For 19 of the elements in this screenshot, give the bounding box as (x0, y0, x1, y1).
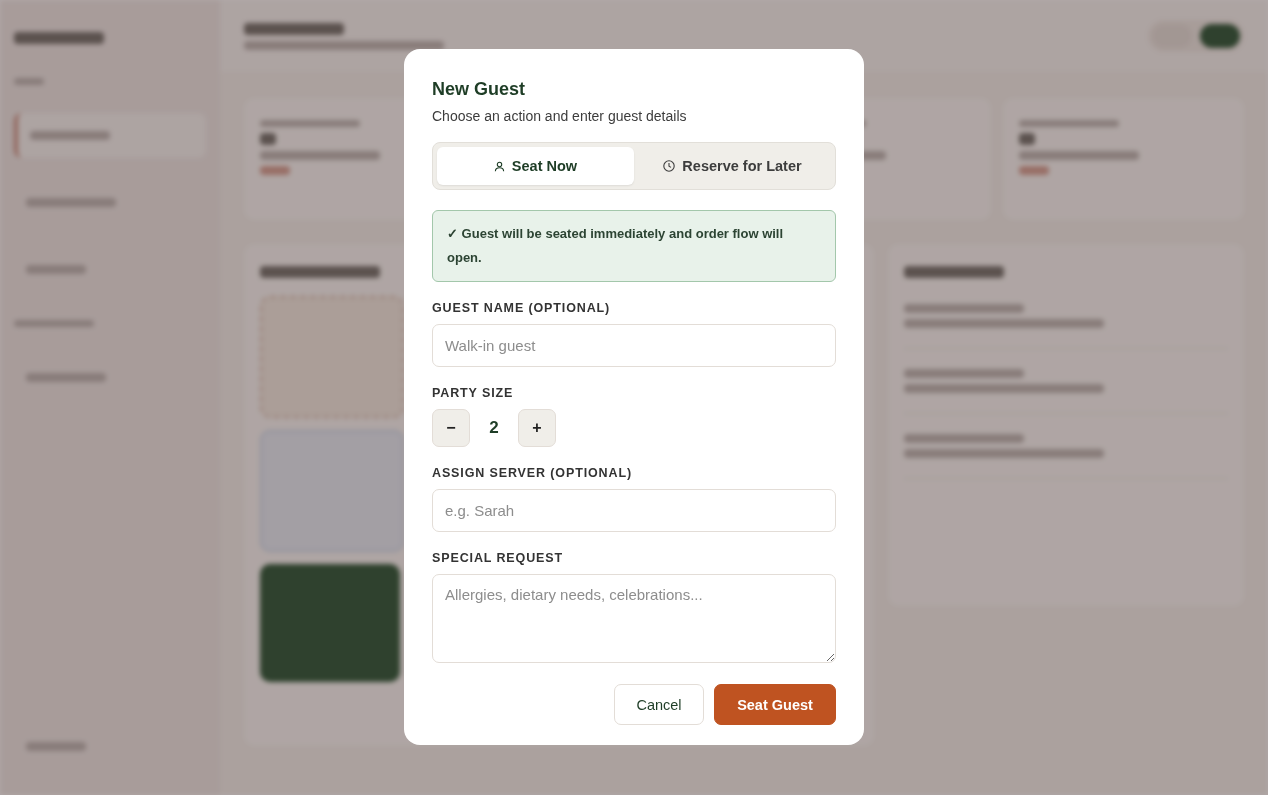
input-field[interactable]: Walk-in guest (432, 324, 836, 367)
increment-button[interactable]: + (518, 409, 556, 447)
mode-tab[interactable]: Seat Now (437, 147, 634, 185)
seat-guest-button[interactable]: Seat Guest (714, 684, 836, 725)
request-field[interactable]: Allergies, dietary needs, celebrations... (432, 574, 836, 663)
field-label: GUEST NAME (OPTIONAL) (432, 301, 612, 315)
mode-tab[interactable]: Reserve for Later (634, 147, 831, 185)
info-notice: ✓ Guest will be seated immediately and order flow will open. (432, 210, 836, 282)
cancel-button[interactable]: Cancel (614, 684, 704, 725)
dialog-title: New Guest (432, 79, 527, 100)
field-label: ASSIGN SERVER (OPTIONAL) (432, 466, 633, 480)
dialog-subtitle: Choose an action and enter guest details (432, 108, 688, 124)
party-size-value: 2 (488, 418, 500, 438)
input-field[interactable]: e.g. Sarah (432, 489, 836, 532)
field-label: PARTY SIZE (432, 386, 515, 400)
field-label: SPECIAL REQUEST (432, 551, 564, 565)
person-icon (493, 160, 505, 172)
clock-icon (663, 160, 676, 172)
decrement-button[interactable]: − (432, 409, 470, 447)
